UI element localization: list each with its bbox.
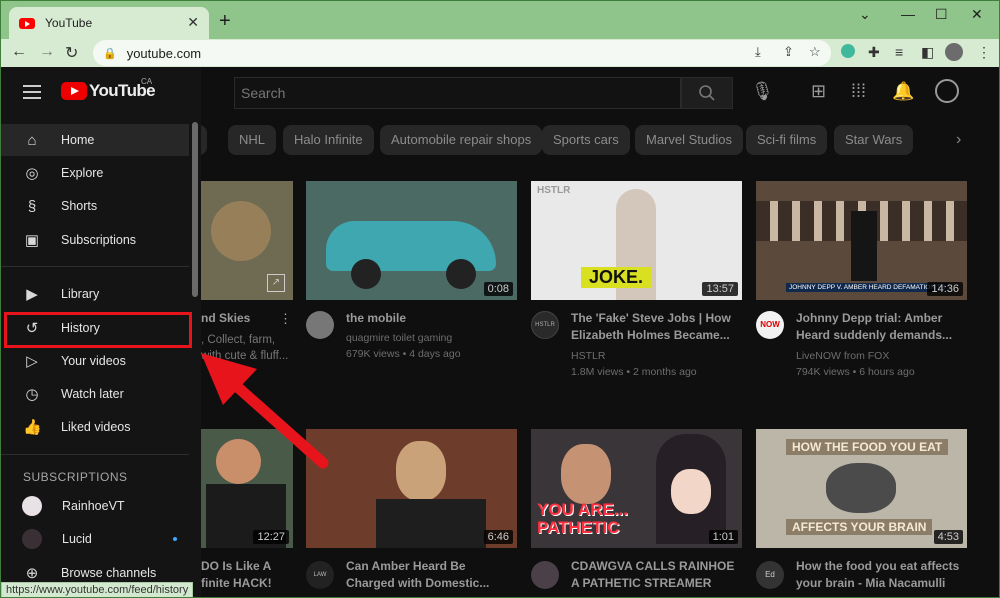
status-url-bar: https://www.youtube.com/feed/history xyxy=(1,582,194,597)
annotation-arrow xyxy=(201,353,329,469)
browser-window: YouTube ✕ + ⌄ — ☐ ✕ ← → ↻ 🔒 youtube.com … xyxy=(0,0,1000,598)
